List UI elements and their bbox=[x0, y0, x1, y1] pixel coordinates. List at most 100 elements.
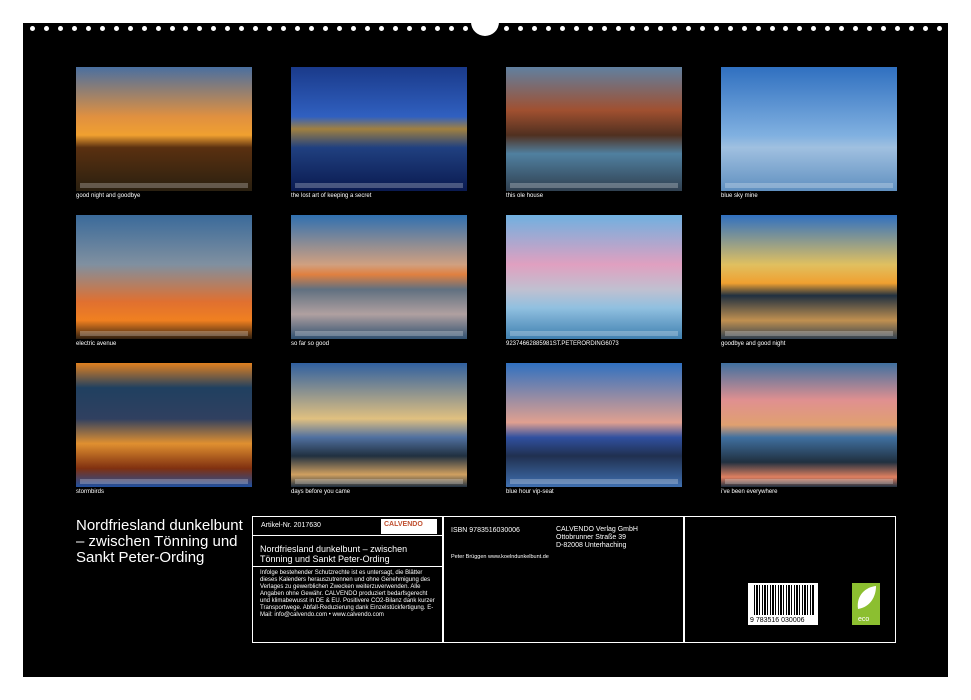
photo-caption: the lost art of keeping a secret bbox=[291, 193, 471, 199]
binding-hole bbox=[825, 26, 830, 31]
binding-hole bbox=[239, 26, 244, 31]
binding-hole bbox=[449, 26, 454, 31]
binding-hole bbox=[211, 26, 216, 31]
binding-hole bbox=[923, 26, 928, 31]
binding-hole bbox=[546, 26, 551, 31]
binding-hole bbox=[811, 26, 816, 31]
calendar-strip bbox=[725, 331, 893, 336]
binding-hole bbox=[742, 26, 747, 31]
binding-hole bbox=[658, 26, 663, 31]
binding-hole bbox=[881, 26, 886, 31]
info-box-middle: ISBN 9783516030006 CALVENDO Verlag GmbH … bbox=[443, 516, 684, 643]
calendar-strip bbox=[80, 183, 248, 188]
binding-hole bbox=[435, 26, 440, 31]
binding-hole bbox=[365, 26, 370, 31]
month-photo bbox=[721, 67, 897, 191]
binding-hole bbox=[783, 26, 788, 31]
photo-caption: blue sky mine bbox=[721, 193, 901, 199]
month-photo bbox=[291, 67, 467, 191]
binding-hole bbox=[379, 26, 384, 31]
month-photo bbox=[76, 67, 252, 191]
binding-hole bbox=[839, 26, 844, 31]
calendar-strip bbox=[295, 479, 463, 484]
photo-caption: electric avenue bbox=[76, 341, 256, 347]
photo-caption: goodbye and good night bbox=[721, 341, 901, 347]
binding-hole bbox=[183, 26, 188, 31]
binding-hole bbox=[909, 26, 914, 31]
eco-badge: eco bbox=[852, 583, 880, 625]
binding-hole bbox=[560, 26, 565, 31]
binding-hole bbox=[100, 26, 105, 31]
binding-hole bbox=[797, 26, 802, 31]
binding-hole bbox=[407, 26, 412, 31]
barcode-number: 9 783516 030006 bbox=[750, 617, 805, 624]
binding-hole bbox=[421, 26, 426, 31]
calendar-title: Nordfriesland dunkelbunt – zwischen Tönn… bbox=[76, 518, 251, 566]
binding-hole bbox=[714, 26, 719, 31]
binding-hole bbox=[142, 26, 147, 31]
binding-hole bbox=[86, 26, 91, 31]
calendar-strip bbox=[510, 183, 678, 188]
binding-hole bbox=[504, 26, 509, 31]
calvendo-logo: CALVENDO bbox=[381, 519, 437, 534]
binding-hole bbox=[588, 26, 593, 31]
eco-label: eco bbox=[858, 616, 869, 623]
month-photo bbox=[76, 215, 252, 339]
binding-hole bbox=[30, 26, 35, 31]
month-photo bbox=[76, 363, 252, 487]
binding-hole bbox=[253, 26, 258, 31]
binding-hole bbox=[756, 26, 761, 31]
binding-hole bbox=[630, 26, 635, 31]
author: Peter Brüggen www.koelndunkelbunt.de bbox=[451, 554, 549, 560]
binding-hole bbox=[170, 26, 175, 31]
binding-hole bbox=[351, 26, 356, 31]
legal-text: Infolge bestehender Schutzrechte ist es … bbox=[253, 567, 442, 622]
photo-caption: so far so good bbox=[291, 341, 471, 347]
calendar-strip bbox=[80, 331, 248, 336]
barcode: 9 783516 030006 bbox=[748, 583, 818, 625]
photo-caption: stormbirds bbox=[76, 489, 256, 495]
binding-hole bbox=[156, 26, 161, 31]
article-number: Artikel-Nr. 2017630 bbox=[261, 522, 321, 530]
publisher-name: CALVENDO Verlag GmbH bbox=[556, 526, 638, 534]
month-photo bbox=[506, 215, 682, 339]
binding-hole bbox=[337, 26, 342, 31]
binding-hole bbox=[518, 26, 523, 31]
photo-caption: i've been everywhere bbox=[721, 489, 901, 495]
binding-hole bbox=[770, 26, 775, 31]
calendar-strip bbox=[80, 479, 248, 484]
product-title: Nordfriesland dunkelbunt – zwischen Tönn… bbox=[253, 536, 442, 567]
binding-hole bbox=[323, 26, 328, 31]
calendar-strip bbox=[725, 183, 893, 188]
publisher-city: D-82008 Unterhaching bbox=[556, 542, 638, 550]
binding-hole bbox=[267, 26, 272, 31]
binding-hole bbox=[44, 26, 49, 31]
photo-caption: this ole house bbox=[506, 193, 686, 199]
month-photo bbox=[291, 215, 467, 339]
binding-hole bbox=[295, 26, 300, 31]
binding-hole bbox=[114, 26, 119, 31]
binding-hole bbox=[128, 26, 133, 31]
month-photo bbox=[721, 215, 897, 339]
photo-caption: days before you came bbox=[291, 489, 471, 495]
binding-hole bbox=[309, 26, 314, 31]
binding-hole bbox=[853, 26, 858, 31]
leaf-icon bbox=[852, 583, 880, 613]
month-photo bbox=[506, 363, 682, 487]
binding-hole bbox=[225, 26, 230, 31]
binding-hole bbox=[393, 26, 398, 31]
calendar-strip bbox=[295, 331, 463, 336]
binding-hole bbox=[602, 26, 607, 31]
photo-caption: good night and goodbye bbox=[76, 193, 256, 199]
binding-hole bbox=[616, 26, 621, 31]
binding-hole bbox=[867, 26, 872, 31]
calendar-strip bbox=[295, 183, 463, 188]
binding-hole bbox=[58, 26, 63, 31]
binding-hole bbox=[937, 26, 942, 31]
calendar-strip bbox=[725, 479, 893, 484]
binding-hole bbox=[72, 26, 77, 31]
binding-hole bbox=[700, 26, 705, 31]
binding-hole bbox=[895, 26, 900, 31]
calendar-strip bbox=[510, 479, 678, 484]
binding-hole bbox=[672, 26, 677, 31]
